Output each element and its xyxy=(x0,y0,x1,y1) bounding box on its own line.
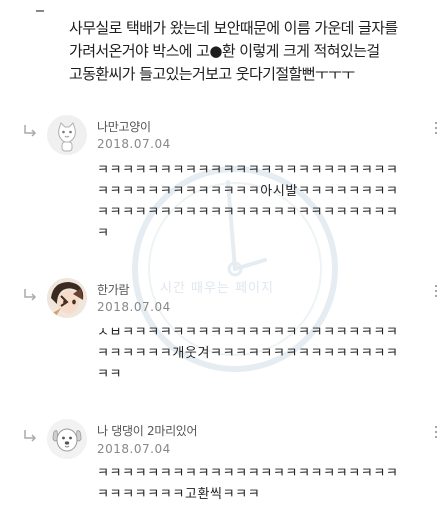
comment-date: 2018.07.04 xyxy=(97,137,171,151)
post-line: 고동환씨가 들고있는거보고 웃다기절할뻔ㅜㅜㅜ xyxy=(69,65,355,83)
comment-nickname[interactable]: 나만고양이 xyxy=(97,118,151,135)
post-line: 가려서온거야 박스에 고●환 이렇게 크게 적혀있는걸 xyxy=(69,42,380,60)
comment-date: 2018.07.04 xyxy=(97,442,171,456)
cat-face-icon xyxy=(47,115,87,155)
comment-line: ㅋ xyxy=(97,226,110,241)
top-divider xyxy=(36,10,44,12)
reply-arrow-icon xyxy=(24,125,37,137)
dog-icon xyxy=(47,419,87,459)
more-options-icon[interactable] xyxy=(433,284,439,300)
comment-body: ㅅㅂㅋㅋㅋㅋㅋㅋㅋㅋㅋㅋㅋㅋㅋㅋㅋㅋㅋㅋㅋㅋㅋㅋ ㅋㅋㅋㅋㅋㅋ개웃겨ㅋㅋㅋㅋㅋㅋ… xyxy=(97,322,441,385)
avatar[interactable] xyxy=(47,115,87,155)
comment-line: ㅋㅋㅋㅋㅋㅋ개웃겨ㅋㅋㅋㅋㅋㅋㅋㅋㅋㅋㅋㅋㅋㅋㅋ xyxy=(97,346,399,361)
watermark-text: 시간 때우는 페이지 xyxy=(160,281,274,296)
comment-date: 2018.07.04 xyxy=(97,300,171,314)
comment-body: ㅋㅋㅋㅋㅋㅋㅋㅋㅋㅋㅋㅋㅋㅋㅋㅋㅋㅋㅋㅋㅋㅋㅋㅋ ㅋㅋㅋㅋㅋㅋㅋㅋㅋㅋㅋㅋㅋ아시… xyxy=(97,160,441,244)
comment-nickname[interactable]: 나 댕댕이 2마리있어 xyxy=(97,422,198,439)
comment-body: ㅋㅋㅋㅋㅋㅋㅋㅋㅋㅋㅋㅋㅋㅋㅋㅋㅋㅋㅋㅋㅋㅋㅋㅋ ㅋㅋㅋㅋㅋㅋㅋ고환씩ㅋㅋㅋ xyxy=(97,463,441,505)
comment-line: ㅋㅋㅋㅋㅋㅋㅋㅋㅋㅋㅋㅋㅋㅋㅋㅋㅋㅋㅋㅋㅋㅋㅋㅋ xyxy=(97,466,399,481)
comment-line: ㅋㅋㅋㅋㅋㅋㅋㅋㅋㅋㅋㅋㅋㅋㅋㅋㅋㅋㅋㅋㅋㅋㅋㅋ xyxy=(97,163,399,178)
comment-line: ㅋㅋㅋㅋㅋㅋㅋㅋㅋㅋㅋㅋㅋㅋㅋㅋㅋㅋㅋㅋㅋㅋㅋㅋ xyxy=(97,205,399,220)
post-line: 사무실로 택배가 왔는데 보안때문에 이름 가운데 글자를 xyxy=(69,19,398,37)
comment-line: ㅋㅋㅋㅋㅋㅋㅋ고환씩ㅋㅋㅋ xyxy=(97,487,261,502)
avatar[interactable] xyxy=(47,278,87,318)
anime-character-icon xyxy=(47,278,87,318)
reply-arrow-icon xyxy=(24,289,37,301)
comment-line: ㅅㅂㅋㅋㅋㅋㅋㅋㅋㅋㅋㅋㅋㅋㅋㅋㅋㅋㅋㅋㅋㅋㅋㅋ xyxy=(97,325,399,340)
more-options-icon[interactable] xyxy=(433,425,439,441)
comment-line: ㅋㅋ xyxy=(97,367,123,382)
more-options-icon[interactable] xyxy=(433,121,439,137)
post-body: 사무실로 택배가 왔는데 보안때문에 이름 가운데 글자를 가려서온거야 박스에… xyxy=(69,17,439,86)
comment-line: ㅋㅋㅋㅋㅋㅋㅋㅋㅋㅋㅋㅋㅋ아시발ㅋㅋㅋㅋㅋㅋㅋㅋ xyxy=(97,184,399,199)
comment-nickname[interactable]: 한가람 xyxy=(97,281,130,298)
avatar[interactable] xyxy=(47,419,87,459)
reply-arrow-icon xyxy=(24,430,37,442)
